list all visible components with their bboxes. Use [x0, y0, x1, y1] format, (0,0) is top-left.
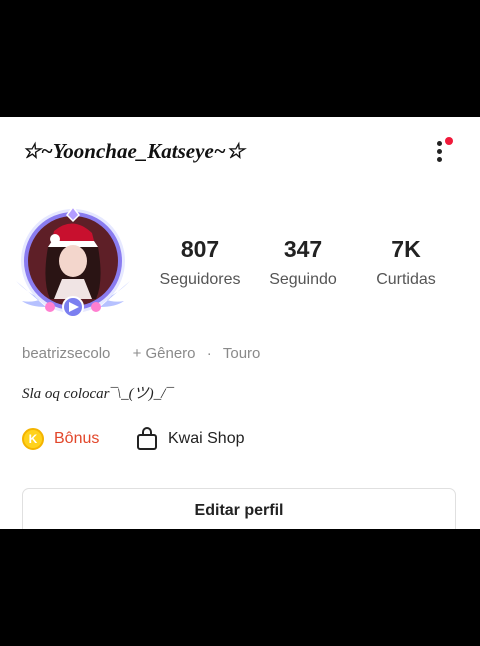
bonus-button[interactable]: K Bônus [22, 427, 99, 451]
followers-label: Seguidores [159, 271, 241, 288]
edit-profile-button[interactable]: Editar perfil [22, 488, 456, 529]
profile-title: ☆~Yoonchae_Katseye~☆ [22, 139, 245, 163]
likes-count: 7K [391, 236, 421, 262]
meta-separator: · [206, 345, 212, 362]
profile-meta: beatrizsecolo + Gênero · Touro [22, 345, 260, 362]
stat-followers[interactable]: 807 Seguidores [155, 235, 245, 289]
kwai-shop-button[interactable]: Kwai Shop [136, 426, 245, 452]
kwai-shop-label: Kwai Shop [168, 430, 245, 447]
stat-following[interactable]: 347 Seguindo [258, 235, 348, 289]
notification-dot [445, 137, 453, 145]
menu-dot-icon [437, 157, 442, 162]
avatar-frame-icon [16, 205, 130, 318]
following-label: Seguindo [269, 271, 337, 288]
k-coin-icon: K [22, 428, 44, 450]
zodiac-sign[interactable]: Touro [223, 345, 261, 362]
likes-label: Curtidas [376, 271, 436, 288]
following-count: 347 [283, 236, 323, 262]
avatar[interactable] [12, 203, 134, 325]
more-menu-button[interactable] [428, 135, 456, 167]
stat-likes[interactable]: 7K Curtidas [361, 235, 451, 289]
menu-dot-icon [437, 149, 442, 154]
username: beatrizsecolo [22, 345, 111, 362]
shopping-bag-icon [137, 427, 157, 450]
bonus-label: Bônus [54, 430, 100, 447]
menu-dot-icon [437, 141, 442, 146]
profile-screen: ☆~Yoonchae_Katseye~☆ 807 Seguidores 347 … [0, 117, 480, 529]
followers-count: 807 [180, 236, 220, 262]
gender-button[interactable]: + Gênero [133, 345, 196, 362]
profile-bio: Sla oq colocar¯\_(ツ)_/¯ [22, 386, 173, 402]
